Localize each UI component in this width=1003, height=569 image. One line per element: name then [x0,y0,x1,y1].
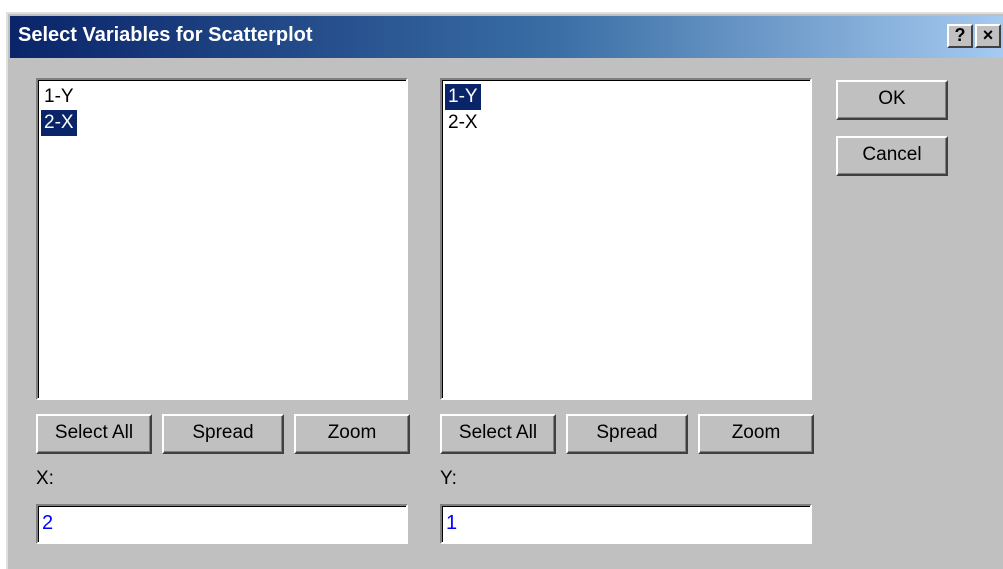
x-variable-field[interactable]: 2 [36,504,408,544]
x-select-all-button[interactable]: Select All [36,414,152,454]
x-variable-list[interactable]: 1-Y 2-X [36,78,408,400]
y-list-item-2x[interactable]: 2-X [445,110,481,136]
y-zoom-button[interactable]: Zoom [698,414,814,454]
title-bar[interactable]: Select Variables for Scatterplot ? × [10,16,1003,58]
x-zoom-button[interactable]: Zoom [294,414,410,454]
ok-button[interactable]: OK [836,80,948,120]
x-field-label: X: [36,468,54,489]
y-variable-list[interactable]: 1-Y 2-X [440,78,812,400]
x-list-item-2x[interactable]: 2-X [41,110,77,136]
x-spread-button[interactable]: Spread [162,414,284,454]
y-list-item-1y[interactable]: 1-Y [445,84,481,110]
scatterplot-dialog: Select Variables for Scatterplot ? × 1-Y… [6,12,1003,569]
cancel-button[interactable]: Cancel [836,136,948,176]
help-button[interactable]: ? [947,24,973,48]
y-variable-field[interactable]: 1 [440,504,812,544]
y-spread-button[interactable]: Spread [566,414,688,454]
dialog-title: Select Variables for Scatterplot [18,24,313,46]
close-button[interactable]: × [975,24,1001,48]
y-field-label: Y: [440,468,457,489]
x-list-item-1y[interactable]: 1-Y [41,84,77,110]
y-select-all-button[interactable]: Select All [440,414,556,454]
